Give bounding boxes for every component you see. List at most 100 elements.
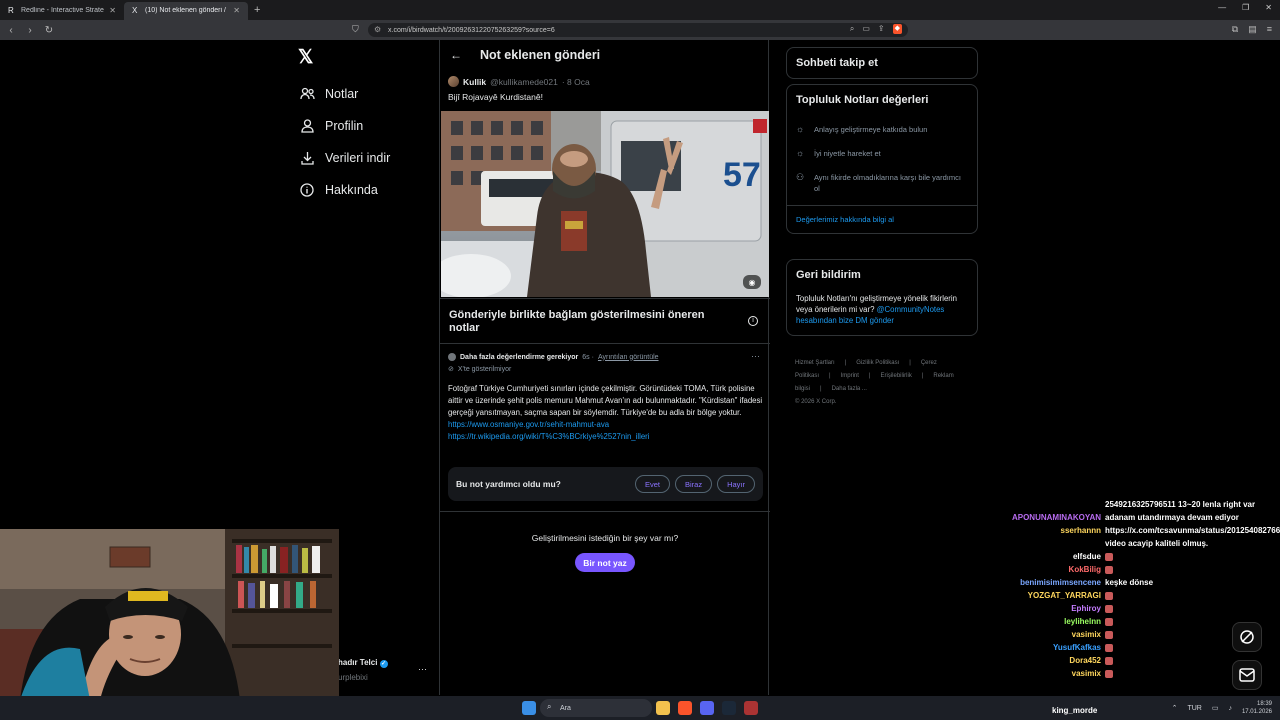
nav-item-download-data[interactable]: Verileri indir (299, 142, 390, 174)
windows-start-icon[interactable] (522, 701, 536, 715)
grok-icon[interactable] (1232, 622, 1262, 652)
file-explorer-icon[interactable] (656, 701, 670, 715)
post-author[interactable]: Kullik @kullikamede021 · 8 Oca (448, 76, 590, 87)
copyright: © 2026 X Corp. (795, 399, 837, 405)
chat-username: sserhannn (1060, 526, 1101, 535)
nav-item-about[interactable]: Hakkında (299, 174, 390, 206)
note-text: Fotoğraf Türkiye Cumhuriyeti sınırları i… (448, 384, 763, 417)
somewhat-button[interactable]: Biraz (674, 475, 713, 493)
close-icon[interactable]: ✕ (233, 6, 240, 15)
author-name[interactable]: Kullik (463, 77, 486, 87)
browser-chrome: R Redline - Interactive Strategic Map ✕ … (0, 0, 1280, 40)
follow-title: Sohbeti takip et (796, 57, 878, 69)
note-link[interactable]: https://tr.wikipedia.org/wiki/T%C3%BCrki… (448, 431, 763, 443)
follow-conversation-card[interactable]: Sohbeti takip et (786, 47, 978, 79)
steam-icon[interactable] (722, 701, 736, 715)
improve-question: Geliştirilmesini istediğin bir şey var m… (531, 533, 679, 543)
emote-icon (1105, 630, 1113, 639)
footer-link[interactable]: Hizmet Şartları (795, 360, 835, 366)
chat-message: 2549216325796511 13~20 lenla right var (990, 498, 1280, 511)
no-button[interactable]: Hayır (717, 475, 755, 493)
brave-icon[interactable] (678, 701, 692, 715)
emote-icon (1105, 617, 1113, 626)
chat-message: Ephiroy (990, 602, 1280, 615)
chat-message: APONUNAMINAKOYAN adanam utandırmaya devam… (990, 511, 1280, 524)
post-text: Bijî Rojavayê Kurdistanê! (448, 92, 543, 102)
post-time[interactable]: · 8 Oca (562, 77, 590, 87)
more-options-icon[interactable]: ··· (751, 351, 760, 361)
x-logo-icon[interactable]: 𝕏 (298, 46, 313, 69)
chat-footer-user: king_morde (1052, 706, 1098, 715)
main-column: ← Not eklenen gönderi Kullik @kullikamed… (439, 40, 770, 695)
site-info-icon[interactable]: ⚙ (374, 25, 381, 34)
new-tab-button[interactable]: + (254, 4, 260, 16)
emote-icon (1105, 604, 1113, 613)
note-link[interactable]: https://www.osmaniye.gov.tr/sehit-mahmut… (448, 419, 763, 431)
volume-icon[interactable]: ♪ (1228, 705, 1232, 712)
footer-links: Hizmet Şartları | Gizlilik Politikası | Çere… (795, 357, 975, 409)
chevron-up-icon[interactable]: ⌃ (1172, 704, 1178, 712)
post-photo[interactable]: 57 ◉ (441, 111, 769, 297)
tab-redline[interactable]: R Redline - Interactive Strategic Map ✕ (0, 2, 124, 20)
footer-link[interactable]: Imprint (841, 373, 859, 379)
clock[interactable]: 18:39 17.01.2026 (1242, 700, 1272, 716)
nav-item-profile[interactable]: Profilin (299, 110, 390, 142)
account-switcher[interactable]: hadır Telci ✓ urplebixi (338, 658, 388, 682)
back-icon[interactable]: ‹ (3, 25, 19, 36)
close-icon[interactable]: ✕ (109, 6, 116, 15)
values-link[interactable]: Değerlerimiz hakkında bilgi al (787, 205, 977, 233)
extensions-icon[interactable]: ⧉ (1232, 24, 1238, 35)
footer-link[interactable]: Erişilebilirlik (880, 373, 911, 379)
alt-text-icon[interactable]: ◉ (743, 275, 761, 289)
emote-icon (1105, 643, 1113, 652)
system-tray: ⌃ TUR ▭ ♪ 18:39 17.01.2026 (1172, 700, 1272, 716)
close-window-icon[interactable]: ✕ (1265, 3, 1272, 12)
obs-icon[interactable] (744, 701, 758, 715)
messages-icon[interactable] (1232, 660, 1262, 690)
discord-icon[interactable] (700, 701, 714, 715)
nav-item-notes[interactable]: Notlar (299, 78, 390, 110)
values-card: Topluluk Notları değerleri ☼ Anlayış gel… (786, 84, 978, 234)
divider (440, 511, 770, 512)
menu-icon[interactable]: ≡ (1267, 24, 1272, 35)
footer-sep: | (820, 386, 822, 392)
cast-icon[interactable]: ▭ (862, 24, 870, 34)
people-icon (299, 86, 315, 102)
restore-icon[interactable]: ❐ (1242, 3, 1249, 12)
write-note-button[interactable]: Bir not yaz (575, 553, 635, 572)
author-handle[interactable]: @kullikamede021 (490, 77, 558, 87)
zoom-icon[interactable]: ⌕ (850, 24, 854, 34)
language-indicator[interactable]: TUR (1187, 705, 1201, 712)
feedback-text-block: Topluluk Notları'nı geliştirmeye yönelik… (787, 293, 977, 335)
footer-link[interactable]: Daha fazla ... (832, 386, 867, 392)
more-options-icon[interactable]: ··· (418, 664, 427, 674)
back-arrow-icon[interactable]: ← (450, 48, 480, 62)
yes-button[interactable]: Evet (634, 475, 670, 493)
taskbar-search[interactable]: ⌕ Ara (540, 699, 652, 717)
info-icon (299, 182, 315, 198)
tab-x[interactable]: X (10) Not eklenen gönderi / X ✕ (124, 1, 248, 20)
chat-username: elfsdue (1072, 552, 1101, 561)
avatar[interactable] (448, 76, 459, 87)
reload-icon[interactable]: ↻ (41, 25, 57, 36)
forward-icon[interactable]: › (22, 25, 38, 36)
network-icon[interactable]: ▭ (1212, 704, 1219, 712)
account-name: hadır Telci (338, 658, 378, 667)
sidebar-icon[interactable]: ▤ (1248, 24, 1257, 35)
view-details-link[interactable]: Ayrıntılan görüntüle (598, 354, 659, 361)
note-meta: Daha fazla değerlendirme gerekiyor 6s · … (448, 353, 659, 361)
nav-bar: ‹ › ↻ ⛉ ⚙ x.com/i/birdwatch/t/2009263122… (0, 20, 1280, 40)
bookmark-icon[interactable]: ⛉ (352, 24, 359, 35)
chat-username: vasimix (1071, 630, 1101, 639)
share-icon[interactable]: ⇪ (878, 24, 885, 34)
nav-item-label: Profilin (325, 119, 364, 133)
minimize-icon[interactable]: — (1218, 3, 1226, 12)
emote-icon (1105, 591, 1113, 600)
info-icon[interactable]: i (748, 316, 758, 326)
stream-chat: 2549216325796511 13~20 lenla right var A… (990, 498, 1280, 680)
brave-shield-icon[interactable]: ◆ (892, 24, 902, 34)
footer-link[interactable]: Gizlilik Politikası (856, 360, 899, 366)
download-icon (299, 150, 315, 166)
address-bar[interactable]: ⚙ x.com/i/birdwatch/t/200926312207526325… (368, 23, 908, 37)
chat-username: leylihelnn (1064, 617, 1101, 626)
